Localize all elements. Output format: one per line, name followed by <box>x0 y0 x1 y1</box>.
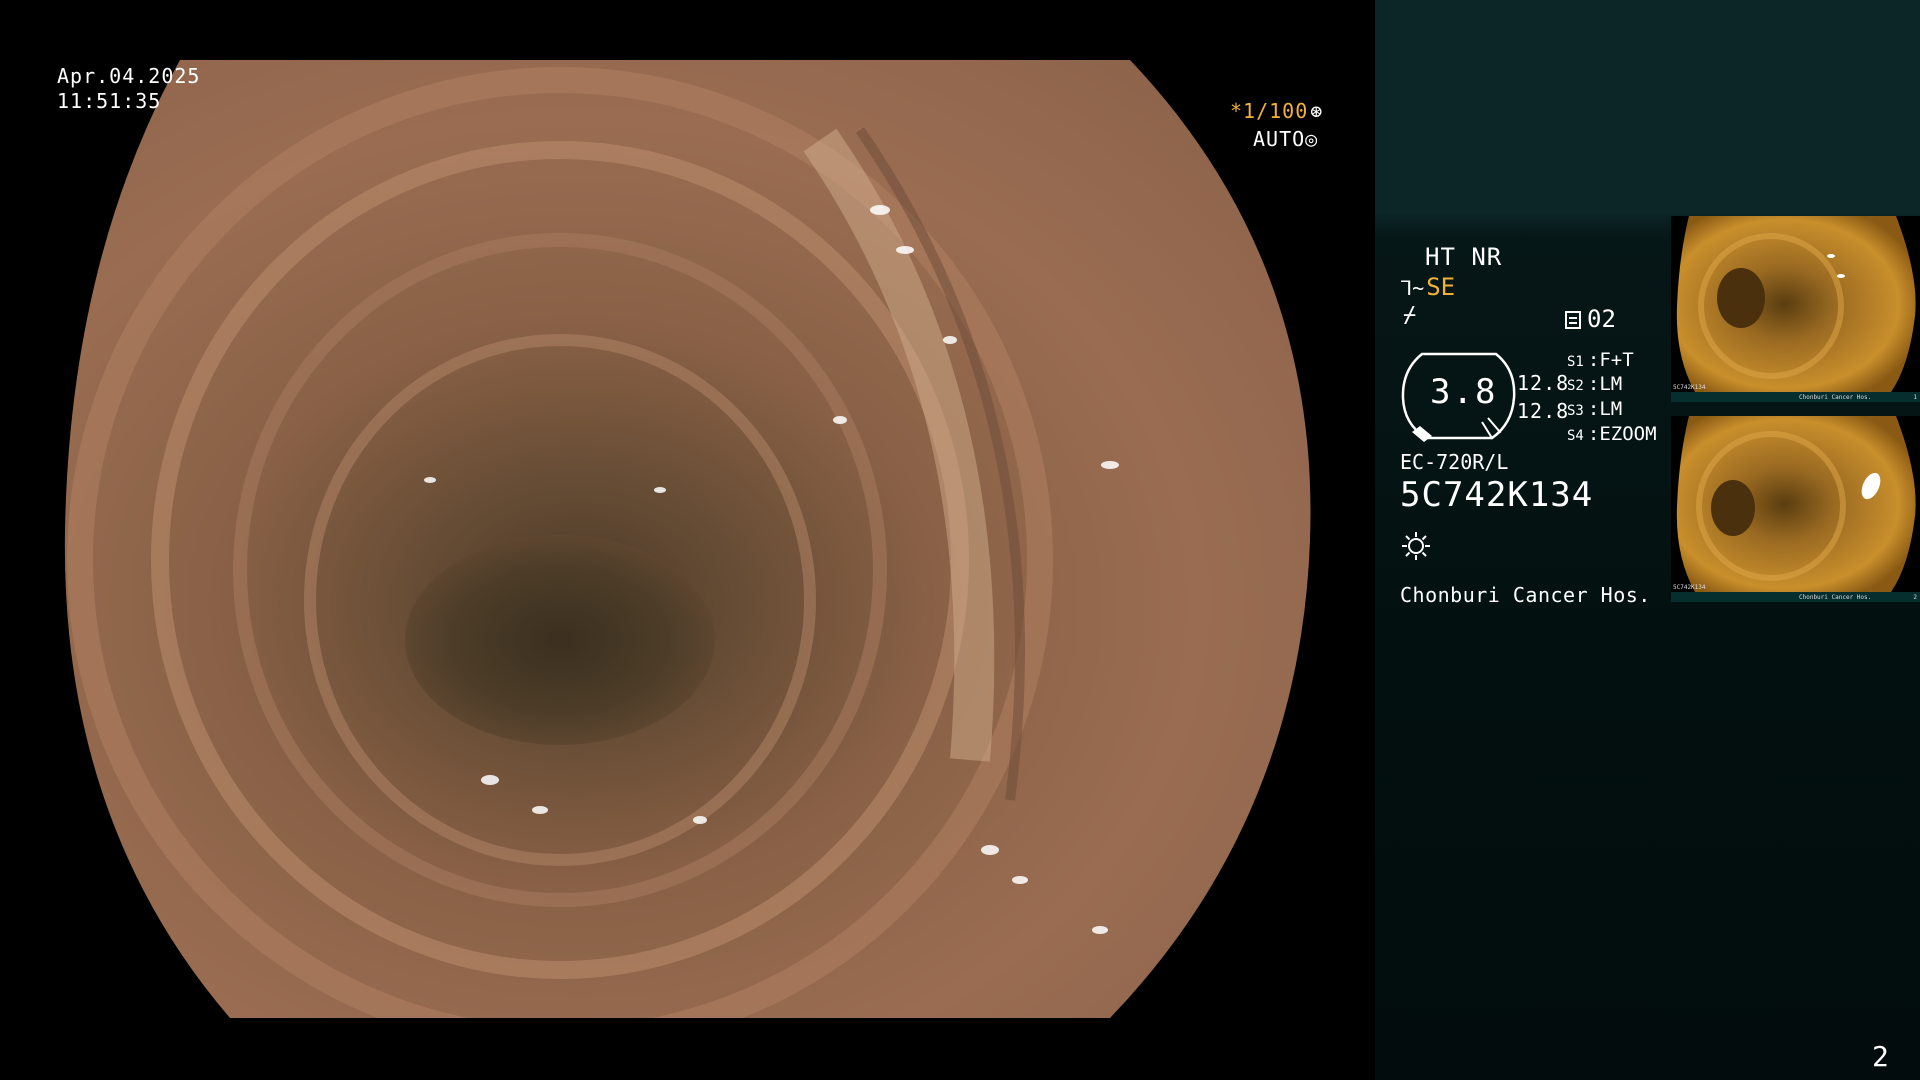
color-enhance-icon: ⌿ <box>1403 303 1417 328</box>
switch-setting-s4: S4:EZOOM <box>1567 423 1657 445</box>
scope-serial: 5C742K134 <box>1400 475 1594 515</box>
memory-card-icon <box>1565 311 1581 329</box>
zoom-reading-b: 12.8 <box>1517 399 1570 423</box>
thumbnail-index: 2 <box>1913 594 1917 601</box>
thumbnail-info-bar <box>1671 392 1920 402</box>
endoscopy-image <box>0 0 1375 1080</box>
thumbnail-hospital: Chonburi Cancer Hos. <box>1799 594 1872 601</box>
light-source-icon <box>1402 532 1430 560</box>
page-number: 2 <box>1872 1040 1889 1073</box>
switch-setting-s1: S1:F+T <box>1567 349 1634 371</box>
switch-setting-s2: S2:LM <box>1567 373 1623 395</box>
memory-count-value: 02 <box>1587 305 1616 333</box>
thumbnail-info-bar <box>1671 592 1920 602</box>
date-display: Apr.04.2025 <box>57 64 201 88</box>
thumbnail-index: 1 <box>1913 394 1917 401</box>
thumbnail-image <box>1671 216 1920 402</box>
structure-enhance-icon: ⅂~ <box>1401 276 1425 300</box>
thumbnail-capture-1[interactable]: 5C742K134 Chonburi Cancer Hos. 1 <box>1671 216 1920 402</box>
scope-model: EC-720R/L <box>1400 450 1509 474</box>
zoom-value: 3.8 <box>1430 372 1498 412</box>
se-label: SE <box>1426 273 1456 301</box>
memory-count: 02 <box>1565 305 1616 333</box>
hospital-name: Chonburi Cancer Hos. <box>1400 583 1651 607</box>
ht-nr-label: HT NR <box>1425 243 1503 271</box>
thumbnail-serial: 5C742K134 <box>1673 384 1706 391</box>
info-side-panel: HT NR ⅂~SE ⌿ 02 3.8 12.8 12.8 S1:F+T S2:… <box>1375 0 1920 1080</box>
structure-enhance: ⅂~SE <box>1401 273 1455 301</box>
shutter-speed: *1/100 ⊛ <box>1230 99 1323 124</box>
zoom-reading-a: 12.8 <box>1517 371 1570 395</box>
time-display: 11:51:35 <box>57 89 162 113</box>
auto-iris-label: AUTO <box>1253 127 1306 151</box>
thumbnail-hospital: Chonburi Cancer Hos. <box>1799 394 1872 401</box>
thumbnail-image <box>1671 416 1920 602</box>
auto-iris: AUTO◎ <box>1253 127 1318 152</box>
thumbnail-capture-2[interactable]: 5C742K134 Chonburi Cancer Hos. 2 <box>1671 416 1920 602</box>
thumbnail-serial: 5C742K134 <box>1673 584 1706 591</box>
endoscope-main-view: Apr.04.2025 11:51:35 *1/100 ⊛ AUTO◎ <box>0 0 1375 1080</box>
panel-header-area <box>1375 0 1920 215</box>
shutter-speed-value: *1/100 <box>1230 99 1309 123</box>
iris-icon: ◎ <box>1305 127 1319 151</box>
switch-setting-s3: S3:LM <box>1567 398 1623 420</box>
aperture-icon: ⊛ <box>1310 99 1324 123</box>
